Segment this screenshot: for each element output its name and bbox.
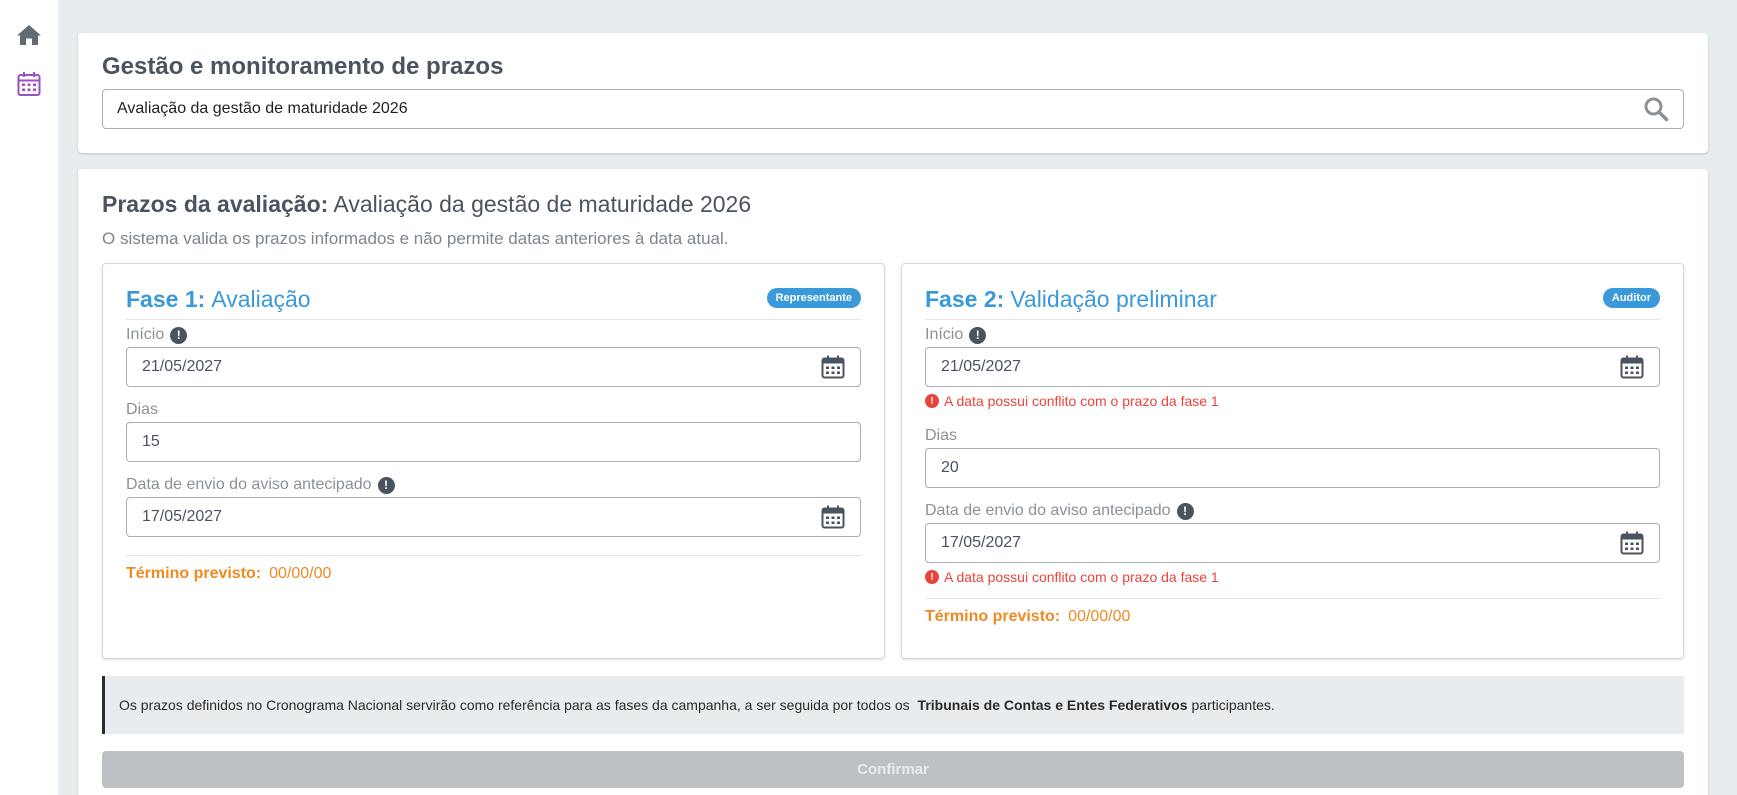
section-title-value: Avaliação da gestão de maturidade 2026	[333, 191, 752, 217]
termino-previsto: Término previsto: 00/00/00	[126, 565, 331, 583]
dias-value: 20	[941, 459, 959, 476]
aviso-date-value: 17/05/2027	[142, 508, 223, 525]
main-area: Gestão e monitoramento de prazos Avaliaç…	[58, 10, 1737, 795]
calendar-icon[interactable]	[14, 69, 44, 99]
inicio-label-text: Início	[126, 326, 165, 343]
notice-text-bold: Tribunais de Contas e Entes Federativos	[917, 697, 1188, 713]
page-title: Gestão e monitoramento de prazos	[102, 53, 504, 80]
notice-text: Os prazos definidos no Cronograma Nacion…	[119, 697, 1275, 713]
aviso-label: Data de envio do aviso antecipado !	[126, 476, 395, 494]
phase-2-title: Fase 2: Validação preliminar	[925, 286, 1217, 313]
inicio-label-text: Início	[925, 326, 964, 343]
termino-label: Término previsto:	[126, 565, 262, 582]
dias-value: 15	[142, 433, 160, 450]
notice-text-after: participantes.	[1191, 697, 1275, 713]
termino-label: Término previsto:	[925, 608, 1061, 625]
deadlines-card: Prazos da avaliação: Avaliação da gestão…	[78, 169, 1708, 795]
inicio-label: Início !	[925, 326, 987, 344]
error-icon: !	[925, 394, 939, 408]
search-input[interactable]: Avaliação da gestão de maturidade 2026	[102, 89, 1684, 129]
termino-previsto: Término previsto: 00/00/00	[925, 608, 1130, 626]
error-icon: !	[925, 570, 939, 584]
phase-2-header: Fase 2: Validação preliminar Auditor	[925, 284, 1660, 320]
aviso-label-text: Data de envio do aviso antecipado	[126, 476, 372, 493]
search-value: Avaliação da gestão de maturidade 2026	[117, 100, 408, 117]
section-title-label: Prazos da avaliação:	[102, 191, 329, 217]
phase-2-panel: Fase 2: Validação preliminar Auditor Iníc…	[901, 263, 1684, 659]
info-icon[interactable]: !	[969, 326, 987, 344]
info-notice: Os prazos definidos no Cronograma Nacion…	[102, 676, 1684, 734]
calendar-icon[interactable]	[1620, 355, 1644, 379]
header-card: Gestão e monitoramento de prazos Avaliaç…	[78, 33, 1708, 153]
inicio-date-field[interactable]: 21/05/2027	[925, 347, 1660, 387]
home-icon[interactable]	[14, 20, 44, 50]
phase-1-panel: Fase 1: Avaliação Representante Início ! …	[102, 263, 885, 659]
calendar-icon[interactable]	[821, 505, 845, 529]
inicio-date-value: 21/05/2027	[941, 358, 1022, 375]
phase-1-number: Fase 1:	[126, 286, 206, 312]
phase-1-header: Fase 1: Avaliação Representante	[126, 284, 861, 320]
termino-value: 00/00/00	[269, 565, 332, 582]
role-badge: Auditor	[1602, 288, 1660, 308]
role-badge: Representante	[766, 288, 861, 308]
dias-label: Dias	[126, 401, 159, 418]
aviso-label-text: Data de envio do aviso antecipado	[925, 502, 1171, 519]
divider	[925, 598, 1660, 599]
info-icon[interactable]: !	[1176, 502, 1194, 520]
phase-1-name: Avaliação	[211, 286, 311, 312]
confirm-button[interactable]: Confirmar	[102, 751, 1684, 788]
search-icon[interactable]	[1643, 96, 1669, 122]
inicio-error: ! A data possui conflito com o prazo da …	[925, 393, 1219, 409]
notice-text-before: Os prazos definidos no Cronograma Nacion…	[119, 697, 910, 713]
aviso-error: ! A data possui conflito com o prazo da …	[925, 569, 1219, 585]
calendar-icon[interactable]	[1620, 531, 1644, 555]
inicio-error-text: A data possui conflito com o prazo da fa…	[944, 393, 1219, 409]
aviso-date-field[interactable]: 17/05/2027	[126, 497, 861, 537]
phase-1-title: Fase 1: Avaliação	[126, 286, 311, 313]
phase-2-number: Fase 2:	[925, 286, 1005, 312]
dias-field[interactable]: 20	[925, 448, 1660, 488]
calendar-icon[interactable]	[821, 355, 845, 379]
aviso-error-text: A data possui conflito com o prazo da fa…	[944, 569, 1219, 585]
inicio-date-field[interactable]: 21/05/2027	[126, 347, 861, 387]
phase-2-name: Validação preliminar	[1010, 286, 1217, 312]
inicio-date-value: 21/05/2027	[142, 358, 223, 375]
dias-field[interactable]: 15	[126, 422, 861, 462]
section-title: Prazos da avaliação: Avaliação da gestão…	[102, 191, 751, 218]
aviso-date-value: 17/05/2027	[941, 534, 1022, 551]
divider	[126, 555, 861, 556]
info-icon[interactable]: !	[170, 326, 188, 344]
termino-value: 00/00/00	[1068, 608, 1131, 625]
info-icon[interactable]: !	[377, 476, 395, 494]
dias-label: Dias	[925, 427, 958, 444]
inicio-label: Início !	[126, 326, 188, 344]
section-subtitle: O sistema valida os prazos informados e …	[102, 229, 729, 248]
aviso-label: Data de envio do aviso antecipado !	[925, 502, 1194, 520]
aviso-date-field[interactable]: 17/05/2027	[925, 523, 1660, 563]
side-nav	[0, 0, 58, 795]
